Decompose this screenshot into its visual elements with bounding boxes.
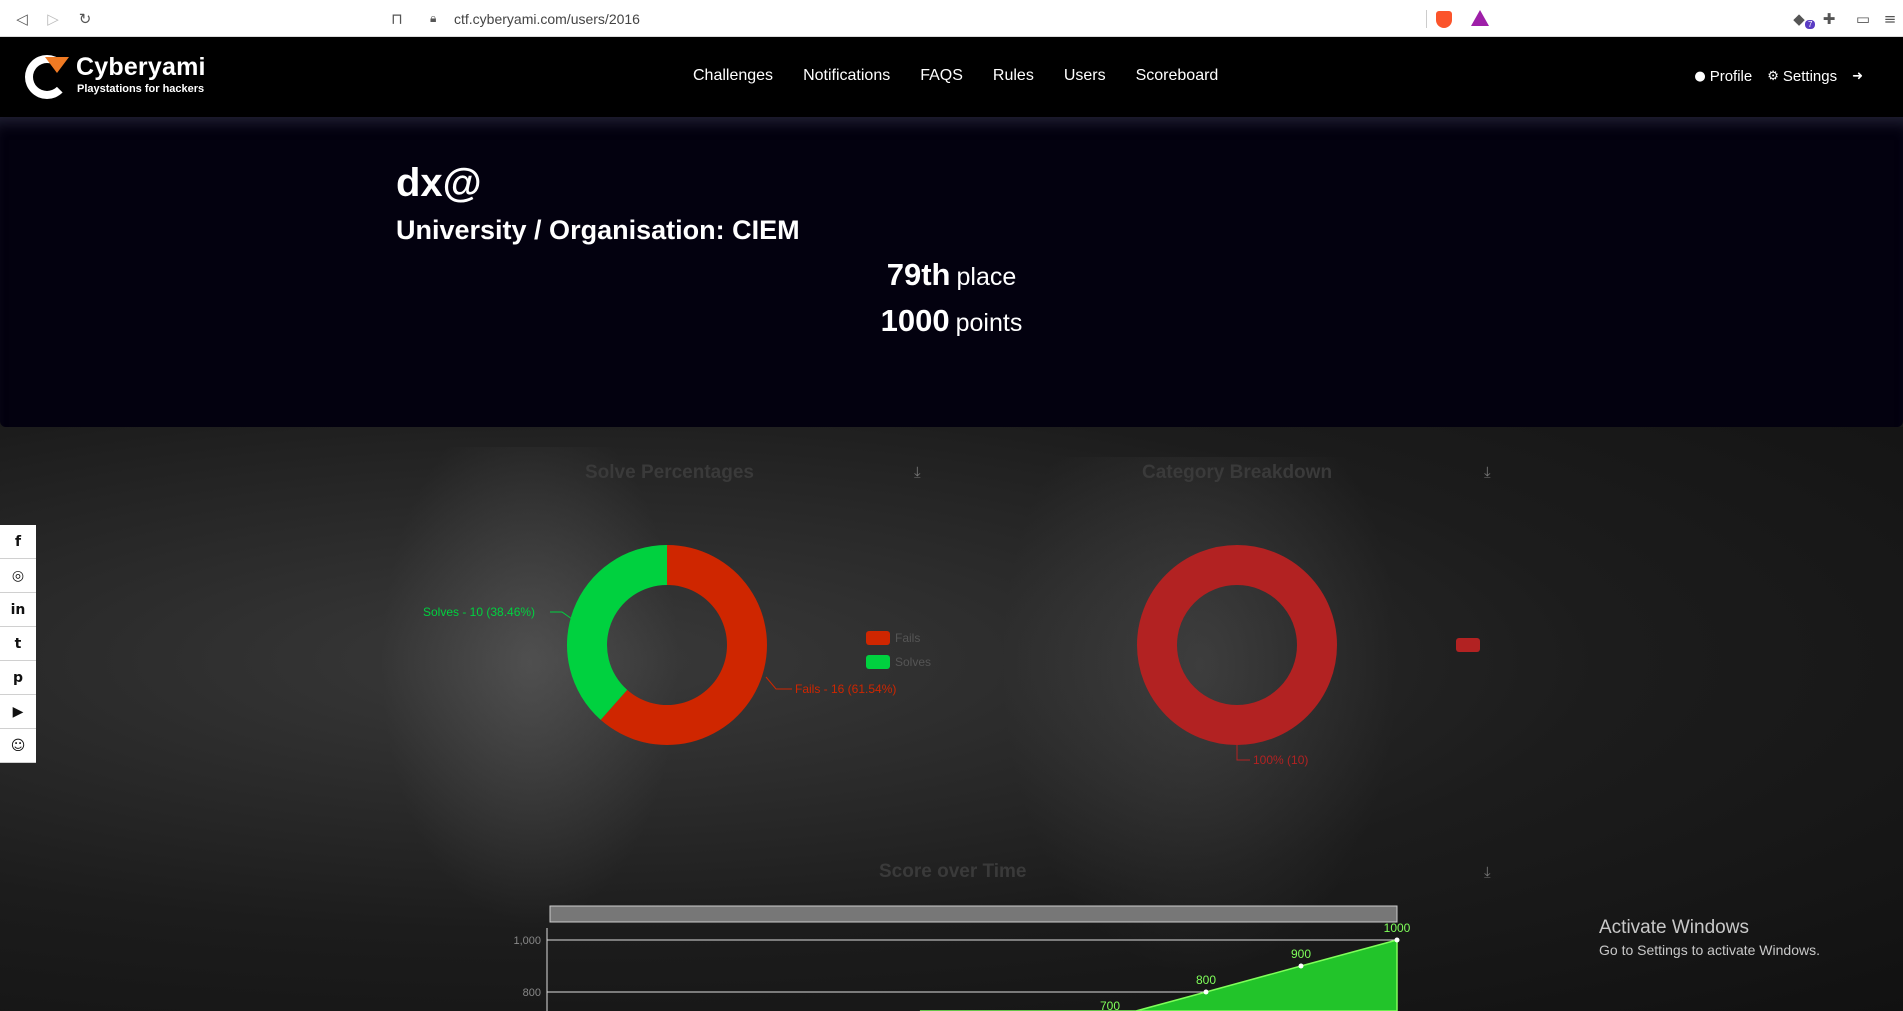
gears-icon: ⚙: [1767, 69, 1779, 84]
score-over-time-chart: 1,0008006007008009001000: [513, 905, 1411, 1011]
brave-shield-icon[interactable]: [1436, 11, 1452, 28]
points-stat: 1000 points: [0, 303, 1903, 339]
menu-icon[interactable]: ≡: [1880, 9, 1900, 29]
pie-slice-solves: [567, 545, 667, 720]
logout-icon: ➜: [1852, 69, 1863, 84]
brand-tagline: Playstations for hackers: [77, 83, 205, 95]
nav-rules[interactable]: Rules: [993, 67, 1034, 85]
windows-activation-subtitle: Go to Settings to activate Windows.: [1599, 942, 1820, 958]
user-circle-icon: ●: [1694, 69, 1706, 84]
bookmark-icon[interactable]: ⊓: [387, 9, 407, 29]
main-nav: Challenges Notifications FAQS Rules User…: [693, 67, 1248, 85]
points-number: 1000: [880, 303, 950, 338]
twitter-icon[interactable]: t: [0, 627, 36, 661]
data-point: [1298, 963, 1304, 969]
leader-line: [550, 611, 573, 620]
download-icon[interactable]: ⤓: [1484, 463, 1491, 481]
points-label: points: [955, 309, 1023, 337]
profile-label: Profile: [1709, 68, 1753, 85]
url-text[interactable]: ctf.cyberyami.com/users/2016: [454, 11, 640, 27]
divider: [1426, 10, 1427, 28]
place-stat: 79th place: [0, 257, 1903, 293]
nav-faqs[interactable]: FAQS: [920, 67, 963, 85]
data-point: [1203, 989, 1209, 995]
leader-line: [1236, 745, 1250, 761]
youtube-icon[interactable]: ▶: [0, 695, 36, 729]
puzzle-icon[interactable]: ✚: [1819, 9, 1839, 29]
instagram-icon[interactable]: ◎: [0, 559, 36, 593]
cyberyami-logo-icon[interactable]: [25, 55, 71, 99]
discord-icon[interactable]: ☺: [0, 729, 36, 763]
reload-icon[interactable]: ↻: [75, 9, 95, 29]
solve-percentages-chart: Fails - 16 (61.54%) Solves - 10 (38.46%) F…: [423, 545, 931, 745]
nav-challenges[interactable]: Challenges: [693, 67, 773, 85]
profile-link[interactable]: ● Profile: [1694, 68, 1752, 85]
legend-label: Fails: [895, 631, 920, 645]
logout-link[interactable]: ➜: [1852, 69, 1867, 84]
category-breakdown-title: Category Breakdown: [1142, 462, 1333, 483]
data-label: Solves - 10 (38.46%): [423, 605, 535, 619]
brave-rewards-icon[interactable]: [1471, 10, 1489, 26]
social-sidebar: f ◎ in t p ▶ ☺: [0, 525, 36, 763]
point-label: 700: [1100, 999, 1120, 1011]
download-icon[interactable]: ⤓: [914, 463, 921, 481]
legend-label: Solves: [895, 655, 931, 669]
wallet-icon[interactable]: ▭: [1853, 9, 1873, 29]
settings-link[interactable]: ⚙ Settings: [1767, 68, 1837, 85]
legend-swatch: [866, 631, 890, 645]
category-breakdown-chart: 100% (10): [1137, 545, 1480, 767]
y-tick-label: 800: [523, 987, 541, 999]
point-label: 1000: [1384, 921, 1411, 935]
nav-users[interactable]: Users: [1064, 67, 1106, 85]
username: dx@: [396, 161, 482, 205]
place-number: 79th: [886, 257, 951, 292]
organisation: University / Organisation: CIEM: [396, 215, 800, 245]
place-label: place: [956, 263, 1017, 291]
settings-label: Settings: [1782, 68, 1838, 85]
data-label: 100% (10): [1253, 753, 1308, 767]
y-tick-label: 1,000: [513, 935, 541, 947]
nav-scoreboard[interactable]: Scoreboard: [1136, 67, 1219, 85]
address-bar[interactable]: 🔒︎ ctf.cyberyami.com/users/2016: [418, 6, 1500, 32]
brand-name[interactable]: Cyberyami: [76, 53, 206, 82]
lock-icon: 🔒︎: [430, 11, 437, 25]
nav-notifications[interactable]: Notifications: [803, 67, 890, 85]
data-point: [1394, 937, 1400, 943]
windows-activation-notice: Activate Windows Go to Settings to activ…: [1599, 917, 1820, 958]
legend-swatch: [1456, 638, 1480, 652]
pinterest-icon[interactable]: p: [0, 661, 36, 695]
user-nav: ● Profile ⚙ Settings ➜: [1679, 68, 1867, 85]
solve-percentages-title: Solve Percentages: [585, 462, 754, 483]
facebook-icon[interactable]: f: [0, 525, 36, 559]
area-series: [920, 939, 1398, 1011]
pie-slice: [1137, 545, 1337, 745]
back-icon[interactable]: ◁: [12, 9, 32, 29]
score-over-time-title: Score over Time: [879, 861, 1027, 882]
browser-toolbar: ◁ ▷ ↻ ⊓ 🔒︎ ctf.cyberyami.com/users/2016 …: [0, 0, 1903, 37]
charts-area: Solve Percentages ⤓ Category Breakdown ⤓…: [0, 427, 1903, 1011]
site-header: Cyberyami Playstations for hackers Chall…: [0, 37, 1903, 117]
point-label: 800: [1196, 973, 1216, 987]
forward-icon[interactable]: ▷: [43, 9, 63, 29]
point-label: 900: [1291, 947, 1311, 961]
data-label: Fails - 16 (61.54%): [795, 682, 896, 696]
legend-swatch: [866, 655, 890, 669]
leader-line: [765, 676, 792, 690]
profile-banner: dx@ University / Organisation: CIEM 79th…: [0, 117, 1903, 427]
extension-badge: 7: [1805, 20, 1816, 29]
download-icon[interactable]: ⤓: [1484, 863, 1491, 881]
zoom-slider: [549, 905, 1398, 923]
windows-activation-title: Activate Windows: [1599, 917, 1749, 938]
linkedin-icon[interactable]: in: [0, 593, 36, 627]
